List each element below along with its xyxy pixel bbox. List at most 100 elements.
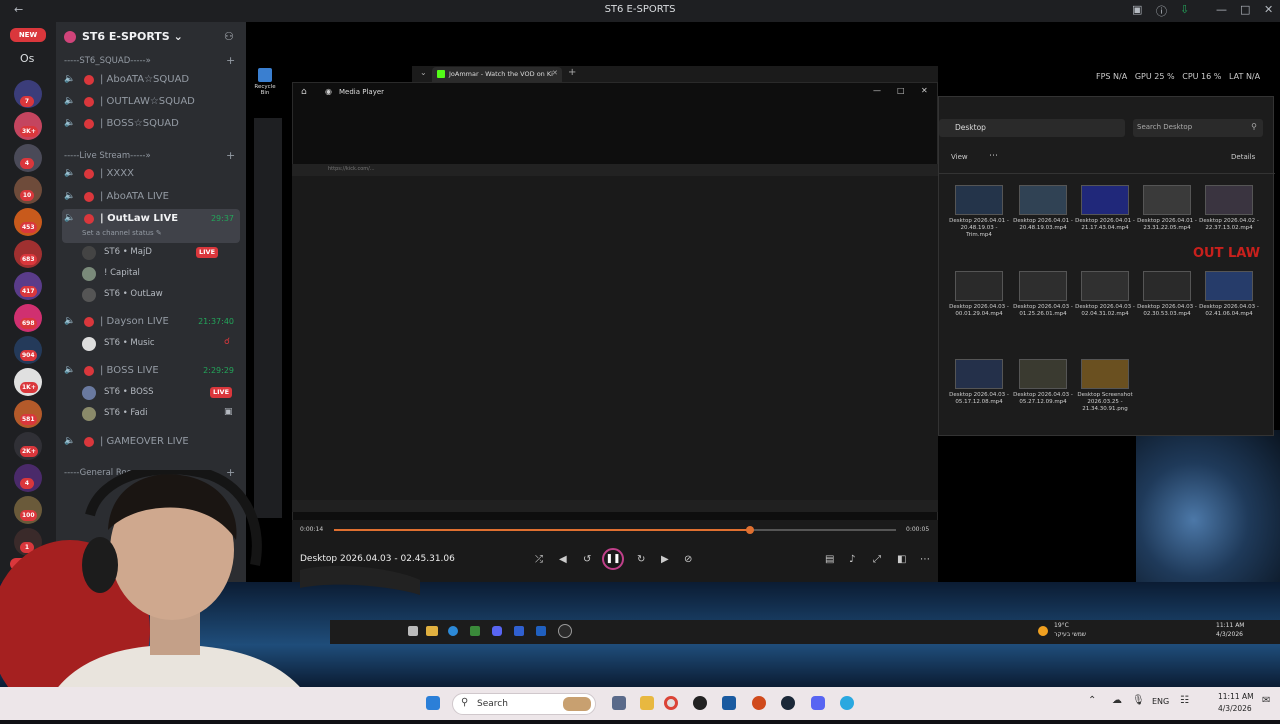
clock-time[interactable]: 11:11 AM [1218, 692, 1254, 701]
help-icon[interactable]: ⓘ [1156, 3, 1167, 19]
voice-user[interactable]: ST6 • MajD LIVE [82, 244, 246, 262]
file-name[interactable]: Desktop 2026.04.03 - 05.27.12.09.mp4 [1011, 392, 1075, 406]
app-icon[interactable] [612, 696, 626, 710]
file-thumbnail[interactable] [955, 271, 1003, 301]
close-button[interactable]: ✕ [921, 86, 928, 95]
file-thumbnail[interactable] [1081, 359, 1129, 389]
address-bar[interactable]: Desktop [939, 119, 1125, 137]
browser-tab[interactable]: JoAmmar - Watch the VOD on Ki ✕ [432, 67, 562, 82]
captions-icon[interactable]: ▤ [825, 554, 834, 565]
app-icon[interactable] [722, 696, 736, 710]
channel-status[interactable]: Set a channel status ✎ [82, 229, 162, 237]
file-thumbnail[interactable] [955, 359, 1003, 389]
file-thumbnail[interactable] [1143, 271, 1191, 301]
minimize-button[interactable]: — [1216, 3, 1227, 16]
voice-user[interactable]: ST6 • Fadi ▣ [82, 405, 246, 423]
app-icon[interactable] [693, 696, 707, 710]
more-options-icon[interactable]: ⋯ [920, 554, 930, 565]
add-channel-icon[interactable]: + [226, 149, 235, 162]
file-thumbnail[interactable] [1081, 185, 1129, 215]
file-name[interactable]: Desktop 2026.04.01 - 23.31.22.05.mp4 [1135, 218, 1199, 232]
voice-user[interactable]: ST6 • OutLaw [82, 286, 246, 304]
minimize-button[interactable]: — [873, 86, 881, 95]
new-tab-icon[interactable]: + [568, 67, 576, 78]
file-thumbnail[interactable] [1143, 185, 1191, 215]
app-icon[interactable] [840, 696, 854, 710]
download-icon[interactable]: ⇩ [1180, 3, 1189, 16]
recycle-bin-desktop-icon[interactable]: Recycle Bin [250, 68, 280, 96]
clock-date[interactable]: 4/3/2026 [1218, 704, 1252, 713]
discord-icon[interactable] [811, 696, 825, 710]
voice-channel[interactable]: 🔈 | Dayson LIVE 21:37:40 [62, 312, 240, 332]
file-name[interactable]: Desktop 2026.04.03 - 01.25.26.01.mp4 [1011, 304, 1075, 318]
file-name[interactable]: Desktop 2026.04.03 - 02.41.06.04.mp4 [1197, 304, 1261, 318]
voice-channel[interactable]: 🔈 | OUTLAW☆SQUAD [62, 92, 240, 112]
voice-channel-active[interactable]: 🔈 | OutLaw LIVE 29:37 Set a channel stat… [62, 209, 240, 243]
taskbar-search[interactable]: ⚲ Search [452, 693, 596, 715]
server-name[interactable]: ST6 E-SPORTS ⌄ [82, 30, 183, 43]
add-member-icon[interactable]: ⚇ [224, 30, 234, 43]
shuffle-icon[interactable]: ⤮ [535, 554, 543, 565]
file-explorer-icon[interactable] [640, 696, 654, 710]
voice-channel[interactable]: 🔈 | BOSS LIVE 2:29:29 [62, 361, 240, 381]
file-thumbnail[interactable] [1205, 185, 1253, 215]
pause-button[interactable]: ❚❚ [602, 548, 624, 570]
new-badge[interactable]: NEW [10, 28, 46, 42]
fullscreen-icon[interactable]: ⤢ [873, 554, 881, 565]
file-thumbnail[interactable] [1019, 271, 1067, 301]
file-name[interactable]: Desktop 2026.04.01 - 20.48.19.03 - Trim.… [947, 218, 1011, 239]
network-icon[interactable]: ☁ [1112, 695, 1122, 706]
voice-user[interactable]: ! Capital [82, 265, 246, 283]
file-explorer-icon[interactable] [426, 626, 438, 636]
edge-icon[interactable] [448, 626, 458, 636]
os-label[interactable]: Os [20, 52, 34, 65]
file-thumbnail[interactable] [1019, 359, 1067, 389]
voice-channel[interactable]: 🔈 | BOSS☆SQUAD [62, 114, 240, 134]
add-channel-icon[interactable]: + [226, 54, 235, 67]
language-indicator[interactable]: ENG [1152, 697, 1169, 706]
microphone-icon[interactable]: 🎙 [1132, 695, 1145, 706]
home-icon[interactable]: ⌂ [301, 87, 307, 97]
voice-channel[interactable]: 🔈 | AboATA LIVE [62, 187, 240, 207]
forward-icon[interactable]: ↻ [637, 554, 645, 565]
voice-user[interactable]: ST6 • Music ☌ [82, 335, 246, 353]
notification-icon[interactable]: ✉ [1262, 695, 1270, 706]
file-thumbnail[interactable] [955, 185, 1003, 215]
view-menu[interactable]: View [951, 153, 968, 161]
inbox-icon[interactable]: ▣ [1132, 3, 1142, 16]
app-icon[interactable] [752, 696, 766, 710]
app-icon[interactable] [514, 626, 524, 636]
chrome-icon[interactable] [664, 696, 678, 710]
file-name[interactable]: Desktop 2026.04.01 - 21.17.43.04.mp4 [1073, 218, 1137, 232]
wifi-icon[interactable]: ☷ [1180, 695, 1189, 706]
voice-user[interactable]: ST6 • BOSS LIVE [82, 384, 246, 402]
previous-icon[interactable]: ◀ [559, 554, 567, 565]
explorer-search-box[interactable]: Search Desktop ⚲ [1133, 119, 1263, 137]
file-name[interactable]: Desktop 2026.04.03 - 00.01.29.04.mp4 [947, 304, 1011, 318]
category-header[interactable]: -----Live Stream-----» [64, 151, 151, 161]
maximize-button[interactable]: □ [1240, 3, 1250, 16]
file-thumbnail[interactable] [1081, 271, 1129, 301]
file-thumbnail[interactable] [1019, 185, 1067, 215]
file-name[interactable]: Desktop 2026.04.01 - 20.48.19.03.mp4 [1011, 218, 1075, 232]
category-header[interactable]: -----ST6_SQUAD-----» [64, 56, 151, 66]
steam-icon[interactable] [781, 696, 795, 710]
file-name[interactable]: Desktop 2026.04.03 - 05.17.12.08.mp4 [947, 392, 1011, 406]
voice-channel[interactable]: 🔈 | XXXX [62, 164, 240, 184]
file-name[interactable]: Desktop Screenshot 2026.03.25 - 21.34.30… [1073, 392, 1137, 413]
start-icon[interactable] [426, 696, 440, 710]
file-name[interactable]: Desktop 2026.04.02 - 22.37.13.02.mp4 [1197, 218, 1261, 232]
voice-channel[interactable]: 🔈 | AboATA☆SQUAD [62, 70, 240, 90]
voice-channel[interactable]: 🔈 | GAMEOVER LIVE [62, 432, 240, 452]
rewind-icon[interactable]: ↺ [583, 554, 591, 565]
volume-icon[interactable]: ♪ [849, 554, 855, 565]
maximize-button[interactable]: □ [897, 86, 905, 95]
file-name[interactable]: Desktop 2026.04.03 - 02.04.31.02.mp4 [1073, 304, 1137, 318]
repeat-off-icon[interactable]: ⊘ [684, 554, 692, 565]
close-tab-icon[interactable]: ✕ [552, 69, 558, 77]
app-icon[interactable] [536, 626, 546, 636]
mini-view-icon[interactable]: ◧ [897, 554, 906, 565]
details-button[interactable]: Details [1231, 153, 1255, 161]
discord-icon[interactable] [492, 626, 502, 636]
video-frame[interactable] [292, 164, 938, 500]
